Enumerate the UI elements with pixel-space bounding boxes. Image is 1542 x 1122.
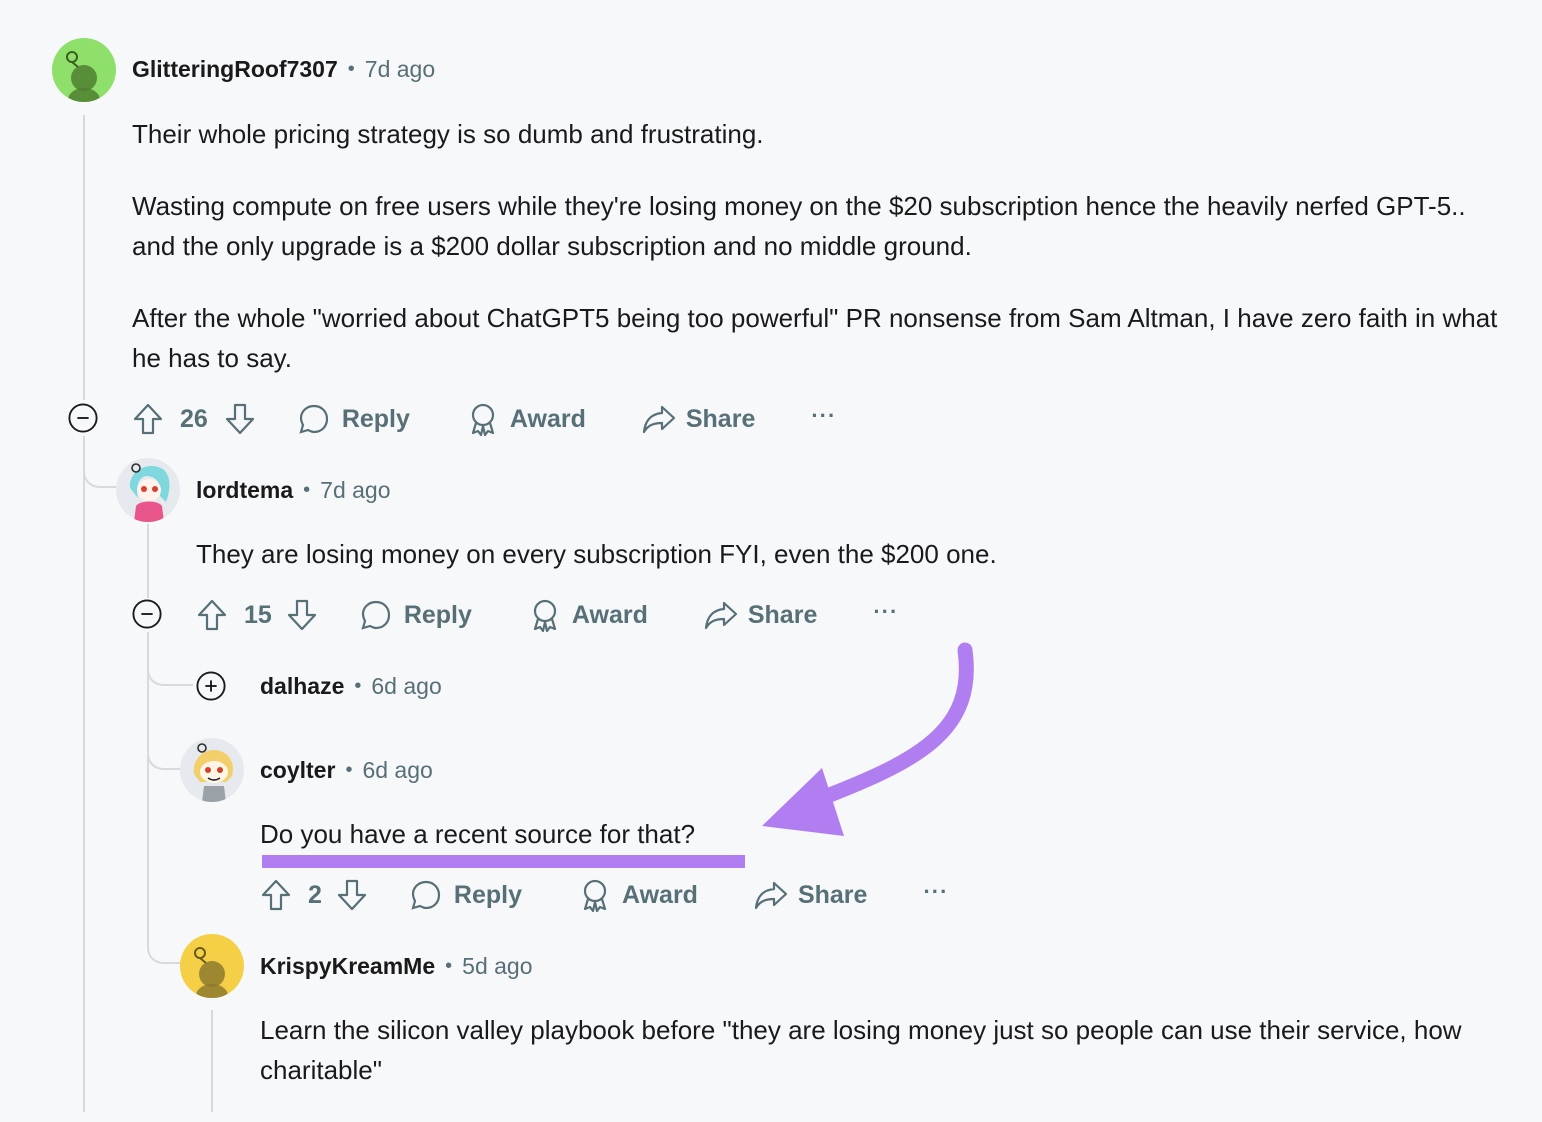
award-label: Award (571, 600, 648, 629)
upvote-icon (261, 879, 291, 911)
award-button[interactable]: Award (468, 402, 586, 436)
downvote-button[interactable] (336, 878, 368, 912)
timestamp[interactable]: 5d ago (462, 953, 532, 980)
separator-dot: • (354, 675, 362, 697)
thread-line-krispykreamme (211, 1010, 213, 1112)
thread-connector-lordtema (83, 436, 117, 488)
upvote-button[interactable] (196, 598, 228, 632)
comment-meta: lordtema • 7d ago (196, 477, 391, 504)
share-label: Share (685, 404, 756, 433)
collapse-toggle[interactable] (132, 599, 162, 629)
reply-button[interactable]: Reply (298, 403, 410, 435)
separator-dot: • (303, 479, 311, 501)
comment-paragraph: After the whole "worried about ChatGPT5 … (132, 303, 1498, 373)
award-button[interactable]: Award (530, 598, 648, 632)
more-options-button[interactable]: ··· (923, 879, 948, 905)
username[interactable]: coylter (260, 757, 335, 784)
timestamp[interactable]: 6d ago (371, 673, 441, 700)
comment-bubble-icon (361, 600, 390, 630)
upvote-button[interactable] (260, 878, 292, 912)
username[interactable]: lordtema (196, 477, 293, 504)
share-label: Share (747, 600, 818, 629)
username[interactable]: KrispyKreamMe (260, 953, 435, 980)
comment-meta: coylter • 6d ago (260, 757, 433, 784)
award-button[interactable]: Award (580, 878, 698, 912)
annotation-arrow (762, 642, 974, 836)
comment-actions: 26 Reply Award Share ··· (132, 400, 836, 438)
share-button[interactable]: Share (754, 880, 867, 910)
thread-line-lordtema (147, 524, 149, 598)
avatar[interactable] (116, 458, 180, 522)
vote-count: 15 (244, 600, 272, 629)
comment-actions: 2 Reply Award Share ··· (260, 876, 948, 914)
downvote-button[interactable] (286, 598, 318, 632)
downvote-icon (337, 879, 367, 911)
upvote-icon (133, 403, 163, 435)
share-button[interactable]: Share (642, 404, 755, 434)
reply-label: Reply (341, 404, 410, 433)
timestamp[interactable]: 6d ago (362, 757, 432, 784)
reply-label: Reply (403, 600, 472, 629)
award-label: Award (622, 880, 698, 909)
downvote-icon (225, 403, 254, 435)
more-options-button[interactable]: ··· (873, 599, 898, 625)
award-label: Award (509, 404, 586, 433)
reply-button[interactable]: Reply (360, 599, 472, 631)
snoo-avatar-green (66, 51, 100, 102)
thread-connector-coylter (147, 700, 181, 770)
comment-body: Their whole pricing strategy is so dumb … (132, 114, 1512, 410)
expand-toggle[interactable] (196, 671, 226, 701)
upvote-icon (197, 599, 227, 631)
avatar[interactable] (180, 738, 244, 802)
comment-paragraph: Their whole pricing strategy is so dumb … (132, 119, 764, 149)
comment-paragraph: They are losing money on every subscript… (196, 539, 997, 569)
more-options-button[interactable]: ··· (811, 403, 836, 429)
comment-bubble-icon (299, 404, 328, 434)
share-icon (642, 405, 675, 434)
comment-bubble-icon (411, 880, 441, 910)
comment-meta: KrispyKreamMe • 5d ago (260, 953, 533, 980)
vote-count: 26 (180, 404, 208, 433)
comment-actions: 15 Reply Award Share ··· (196, 596, 898, 634)
timestamp[interactable]: 7d ago (320, 477, 390, 504)
comment-paragraph: Learn the silicon valley playbook before… (260, 1015, 1462, 1085)
separator-dot: • (347, 58, 355, 80)
comment-body: Learn the silicon valley playbook before… (260, 1010, 1500, 1122)
comment-meta: dalhaze • 6d ago (260, 673, 442, 700)
reply-label: Reply (453, 880, 522, 909)
collapse-toggle[interactable] (68, 403, 98, 433)
upvote-button[interactable] (132, 402, 164, 436)
separator-dot: • (345, 759, 353, 781)
username[interactable]: GlitteringRoof7307 (132, 56, 338, 83)
snoo-avatar-yellow (194, 947, 228, 998)
comment-meta: GlitteringRoof7307 • 7d ago (132, 56, 435, 83)
downvote-button[interactable] (224, 402, 256, 436)
thread-connector-krispykreamme (147, 900, 181, 964)
thread-line-root (83, 115, 85, 400)
award-icon (583, 879, 607, 912)
share-icon (754, 881, 788, 910)
anime-avatar-cyan-hair (129, 463, 170, 522)
downvote-icon (287, 599, 316, 631)
share-icon (704, 601, 737, 630)
award-icon (471, 403, 495, 436)
tiger-avatar (193, 743, 233, 802)
timestamp[interactable]: 7d ago (365, 56, 435, 83)
share-label: Share (797, 880, 868, 909)
award-icon (533, 599, 557, 632)
username[interactable]: dalhaze (260, 673, 344, 700)
thread-connector-dalhaze (147, 632, 193, 686)
separator-dot: • (445, 955, 453, 977)
highlight-underline (262, 855, 745, 868)
comment-paragraph: Wasting compute on free users while they… (132, 191, 1466, 261)
share-button[interactable]: Share (704, 600, 817, 630)
vote-count: 2 (308, 880, 322, 909)
avatar[interactable] (52, 38, 116, 102)
avatar[interactable] (180, 934, 244, 998)
thread-line-root-continued (83, 436, 85, 1112)
reply-button[interactable]: Reply (410, 879, 522, 911)
